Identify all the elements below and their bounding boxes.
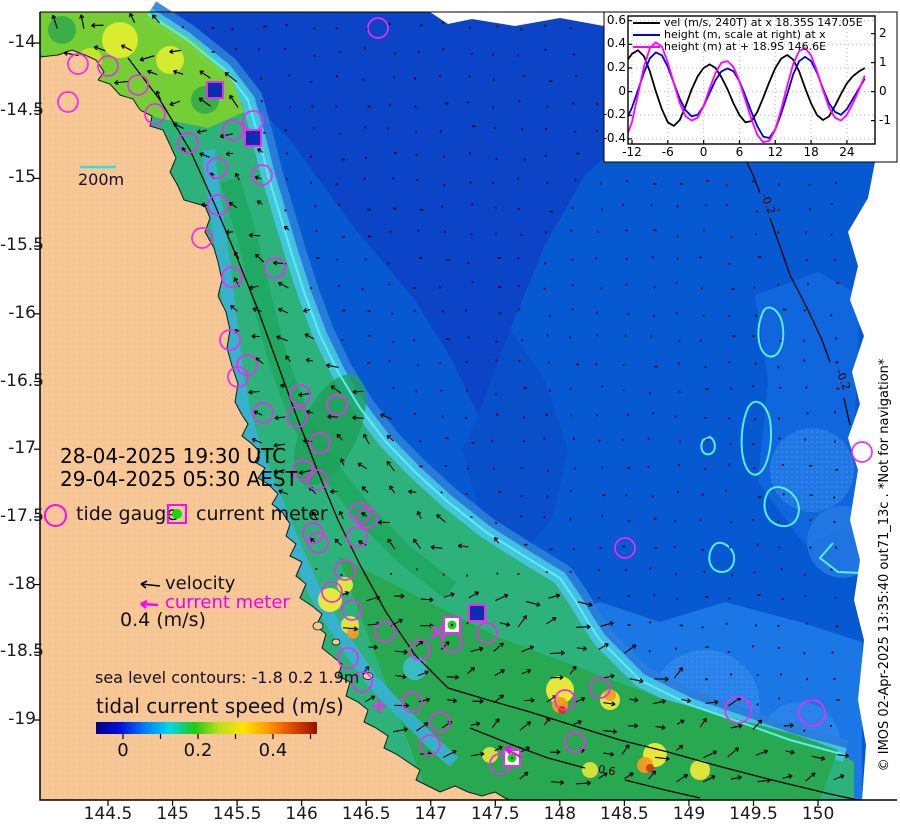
current-meter-label: current meter bbox=[196, 503, 328, 525]
x-axis-tick-label: 145 bbox=[156, 804, 189, 824]
velocity-scale-label: 0.4 (m/s) bbox=[120, 609, 206, 631]
colorbar-title: tidal current speed (m/s) bbox=[96, 694, 344, 718]
x-axis-tick-label: 146.5 bbox=[341, 804, 391, 824]
y-axis-tick-label: -14.5 bbox=[0, 99, 44, 120]
tide-gauge-label: tide gauge bbox=[76, 503, 179, 525]
y-axis-tick-label: -14 bbox=[8, 32, 36, 52]
inset-left-tick-label: -0.2 bbox=[602, 107, 626, 122]
current-meter-marker bbox=[443, 616, 461, 634]
inset-x-tick-label: 18 bbox=[803, 145, 819, 159]
timestamp-local: 29-04-2025 05:30 AEST bbox=[60, 467, 298, 491]
x-axis-tick-label: 148 bbox=[543, 804, 577, 824]
inset-legend-entry: height (m) at + 18.9S 146.6E bbox=[664, 40, 827, 53]
x-axis-tick-label: 150 bbox=[801, 804, 835, 824]
velocity-arrow-icon bbox=[134, 578, 162, 596]
inset-x-tick-label: 12 bbox=[767, 145, 783, 159]
inset-legend-entry: height (m, scale at right) at x bbox=[664, 28, 826, 41]
x-axis-tick-label: 149 bbox=[672, 804, 706, 824]
colorbar-tick-label: 0.2 bbox=[183, 740, 213, 761]
x-axis-tick-label: 147 bbox=[414, 804, 447, 824]
x-axis-tick-label: 147.5 bbox=[470, 804, 520, 824]
inset-legend-entry: vel (m/s, 240T) at x 18.35S 147.05E bbox=[664, 16, 863, 29]
colorbar-tick-label: 0.4 bbox=[258, 740, 288, 761]
contour-label: 0.6 bbox=[597, 762, 617, 779]
inset-right-tick-label: 0 bbox=[879, 83, 887, 98]
inset-right-tick-label: 1 bbox=[879, 54, 887, 69]
x-axis-tick-label: 148.5 bbox=[600, 804, 649, 824]
colorbar-tick-label: 0 bbox=[117, 740, 129, 761]
inset-left-tick-label: 0.6 bbox=[606, 12, 626, 27]
inset-x-tick-label: -12 bbox=[622, 145, 642, 159]
inset-left-tick-label: -0.4 bbox=[602, 130, 626, 145]
tidal-current-map-figure: 28-04-2025 19:30 UTC 29-04-2025 05:30 AE… bbox=[0, 0, 900, 834]
y-axis-tick-label: -19 bbox=[8, 709, 36, 729]
x-axis-tick-label: 145.5 bbox=[212, 804, 262, 824]
inset-left-tick-label: 0.2 bbox=[606, 59, 626, 74]
y-axis-tick-label: -18 bbox=[8, 573, 36, 594]
y-axis-tick-label: -16 bbox=[8, 302, 36, 323]
inset-right-tick-label: 2 bbox=[879, 25, 887, 40]
colorbar bbox=[96, 722, 317, 734]
y-axis-tick-label: -15.5 bbox=[0, 235, 44, 256]
timestamp-utc: 28-04-2025 19:30 UTC bbox=[60, 444, 287, 468]
inset-x-tick-label: 6 bbox=[735, 145, 744, 159]
y-axis-tick-label: -18.5 bbox=[0, 641, 44, 662]
tide-gauge-icon bbox=[44, 504, 67, 527]
scalebar-label: 200m bbox=[78, 170, 125, 189]
y-axis-tick-label: -16.5 bbox=[0, 370, 44, 391]
y-axis-tick-label: -15 bbox=[8, 167, 36, 188]
current-meter-dot bbox=[172, 509, 182, 519]
x-axis-tick-label: 149.5 bbox=[729, 804, 778, 824]
inset-right-tick-label: -1 bbox=[879, 112, 891, 127]
y-axis-tick-label: -17.5 bbox=[0, 505, 44, 526]
inset-x-tick-label: -6 bbox=[661, 145, 674, 159]
inset-x-tick-label: 24 bbox=[839, 145, 855, 159]
credit-text: © IMOS 02-Apr-2025 13:35:40 out71_13c . … bbox=[877, 358, 893, 772]
current-meter-marker bbox=[244, 129, 262, 147]
current-meter-icon bbox=[167, 504, 187, 524]
inset-x-tick-label: 0 bbox=[699, 145, 708, 159]
inset-left-tick-label: 0.4 bbox=[606, 36, 626, 51]
current-meter-marker bbox=[206, 81, 224, 99]
x-axis-tick-label: 146 bbox=[285, 804, 318, 824]
y-axis-tick-label: -17 bbox=[8, 438, 36, 459]
current-meter-marker bbox=[468, 604, 486, 622]
x-axis-tick-label: 144.5 bbox=[83, 804, 133, 824]
inset-left-tick-label: 0 bbox=[618, 83, 626, 98]
sea-level-note: sea level contours: -1.8 0.2 1.9m bbox=[95, 668, 360, 687]
